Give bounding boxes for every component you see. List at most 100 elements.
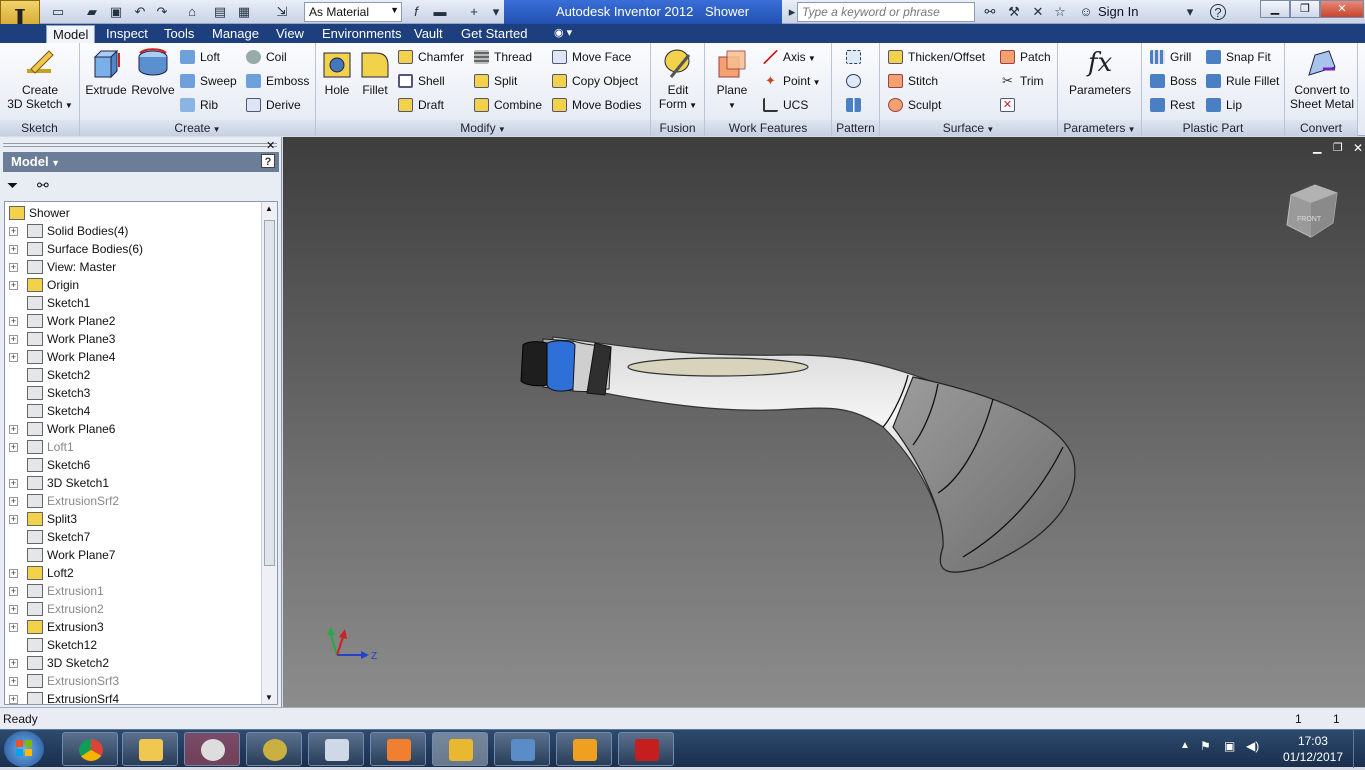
view-cube[interactable]: FRONT: [1281, 181, 1341, 245]
expand-icon[interactable]: +: [9, 335, 18, 344]
shower-model[interactable]: [513, 327, 1083, 577]
point-button[interactable]: ✦ Point ▼: [763, 72, 820, 90]
calculator-taskbar-button[interactable]: [308, 732, 364, 766]
rest-button[interactable]: Rest: [1150, 96, 1195, 114]
derive-button[interactable]: Derive: [246, 96, 301, 114]
coil-button[interactable]: Coil: [246, 48, 287, 66]
chamfer-button[interactable]: Chamfer: [398, 48, 464, 66]
split-button[interactable]: Split: [474, 72, 517, 90]
home-icon[interactable]: ⌂: [184, 4, 200, 20]
expand-icon[interactable]: +: [9, 263, 18, 272]
maximize-button[interactable]: ❐: [1290, 0, 1320, 18]
project-icon[interactable]: ▤: [212, 4, 228, 20]
tools-icon[interactable]: ⚒: [1006, 4, 1022, 20]
browser-close-icon[interactable]: ✕: [266, 139, 275, 152]
lip-button[interactable]: Lip: [1206, 96, 1242, 114]
surface-panel-label[interactable]: Surface ▼: [880, 120, 1057, 136]
expand-icon[interactable]: +: [9, 479, 18, 488]
expand-icon[interactable]: +: [9, 623, 18, 632]
grill-button[interactable]: Grill: [1150, 48, 1191, 66]
tab-inspect[interactable]: Inspect: [100, 25, 154, 43]
plus-icon[interactable]: +: [466, 4, 482, 20]
circular-pattern-button[interactable]: [846, 72, 862, 90]
expand-icon[interactable]: +: [9, 245, 18, 254]
save-icon[interactable]: ▣: [108, 4, 124, 20]
parameters-button[interactable]: fx Parameters: [1062, 47, 1138, 97]
expand-icon[interactable]: +: [9, 515, 18, 524]
filter-icon[interactable]: ⏷: [7, 177, 18, 194]
acrobat-taskbar-button[interactable]: [618, 732, 674, 766]
outlook-taskbar-button[interactable]: [556, 732, 612, 766]
start-button[interactable]: [4, 731, 44, 767]
tab-tools[interactable]: Tools: [158, 25, 200, 43]
create-panel-label[interactable]: Create ▼: [80, 120, 315, 136]
expand-icon[interactable]: +: [9, 281, 18, 290]
mirror-button[interactable]: [846, 96, 862, 114]
user-icon[interactable]: ☺: [1078, 4, 1094, 20]
shell-button[interactable]: Shell: [398, 72, 445, 90]
thicken-offset-button[interactable]: Thicken/Offset: [888, 48, 985, 66]
axis-button[interactable]: Axis ▼: [763, 48, 816, 66]
sign-in-link[interactable]: Sign In: [1098, 4, 1138, 19]
settings-taskbar-button[interactable]: [246, 732, 302, 766]
tab-manage[interactable]: Manage: [206, 25, 265, 43]
scroll-thumb[interactable]: [264, 220, 275, 566]
rib-button[interactable]: Rib: [180, 96, 218, 114]
fillet-button[interactable]: Fillet: [356, 47, 394, 97]
find-binoculars-icon[interactable]: ⚯: [37, 177, 49, 194]
new-file-icon[interactable]: ▭: [50, 4, 66, 20]
parameters-panel-label[interactable]: Parameters ▼: [1058, 120, 1141, 136]
viewport-close-icon[interactable]: ✕: [1353, 141, 1363, 155]
wrench-icon[interactable]: ✕: [1030, 4, 1046, 20]
help-icon[interactable]: ?: [1210, 4, 1226, 20]
network-icon[interactable]: ▣: [1224, 739, 1235, 753]
expand-icon[interactable]: +: [9, 605, 18, 614]
system-clock[interactable]: 17:03 01/12/2017: [1283, 733, 1343, 765]
rule-fillet-button[interactable]: Rule Fillet: [1206, 72, 1279, 90]
move-face-button[interactable]: Move Face: [552, 48, 631, 66]
sign-in-dropdown-icon[interactable]: ▾: [1182, 4, 1198, 20]
expand-icon[interactable]: +: [9, 659, 18, 668]
expand-icon[interactable]: +: [9, 695, 18, 704]
search-input[interactable]: Type a keyword or phrase: [797, 2, 975, 22]
close-button[interactable]: ✕: [1320, 0, 1364, 18]
tab-view[interactable]: View: [270, 25, 310, 43]
expand-icon[interactable]: +: [9, 425, 18, 434]
appearance-icon[interactable]: ▦: [236, 4, 252, 20]
patch-button[interactable]: Patch: [1000, 48, 1051, 66]
move-bodies-button[interactable]: Move Bodies: [552, 96, 641, 114]
ribbon-options-icon[interactable]: ◉ ▾: [548, 25, 578, 43]
hole-button[interactable]: Hole: [318, 47, 356, 97]
open-folder-icon[interactable]: ▰: [84, 4, 100, 20]
undo-icon[interactable]: ↶: [132, 4, 148, 20]
minimize-button[interactable]: ▁: [1260, 0, 1290, 18]
action-center-icon[interactable]: ⚑: [1200, 739, 1211, 753]
binoculars-icon[interactable]: ⚯: [982, 4, 998, 20]
expand-icon[interactable]: +: [9, 587, 18, 596]
redo-icon[interactable]: ↷: [154, 4, 170, 20]
browser-help-icon[interactable]: ?: [261, 154, 275, 168]
vault-taskbar-button[interactable]: [494, 732, 550, 766]
expand-icon[interactable]: +: [9, 353, 18, 362]
browser-grip[interactable]: [3, 143, 277, 147]
snap-fit-button[interactable]: Snap Fit: [1206, 48, 1271, 66]
expand-icon[interactable]: +: [9, 317, 18, 326]
sweep-button[interactable]: Sweep: [180, 72, 237, 90]
delete-face-button[interactable]: ✕: [1000, 96, 1016, 114]
tab-vault[interactable]: Vault: [408, 25, 449, 43]
viewport-restore-icon[interactable]: ❐: [1333, 141, 1343, 154]
material-dropdown[interactable]: As Material ▼: [304, 2, 402, 22]
explorer-taskbar-button[interactable]: [122, 732, 178, 766]
plane-button[interactable]: Plane ▼: [711, 47, 753, 113]
rectangular-pattern-button[interactable]: [846, 48, 862, 66]
snipping-taskbar-button[interactable]: [184, 732, 240, 766]
expand-icon[interactable]: +: [9, 443, 18, 452]
sculpt-button[interactable]: Sculpt: [888, 96, 941, 114]
expand-icon[interactable]: +: [9, 677, 18, 686]
scroll-up-icon[interactable]: ▲: [265, 204, 273, 213]
boss-button[interactable]: Boss: [1150, 72, 1197, 90]
emboss-button[interactable]: Emboss: [246, 72, 309, 90]
trim-button[interactable]: ✂ Trim: [1000, 72, 1044, 90]
expand-icon[interactable]: +: [9, 497, 18, 506]
select-icon[interactable]: ⇲: [274, 4, 290, 20]
